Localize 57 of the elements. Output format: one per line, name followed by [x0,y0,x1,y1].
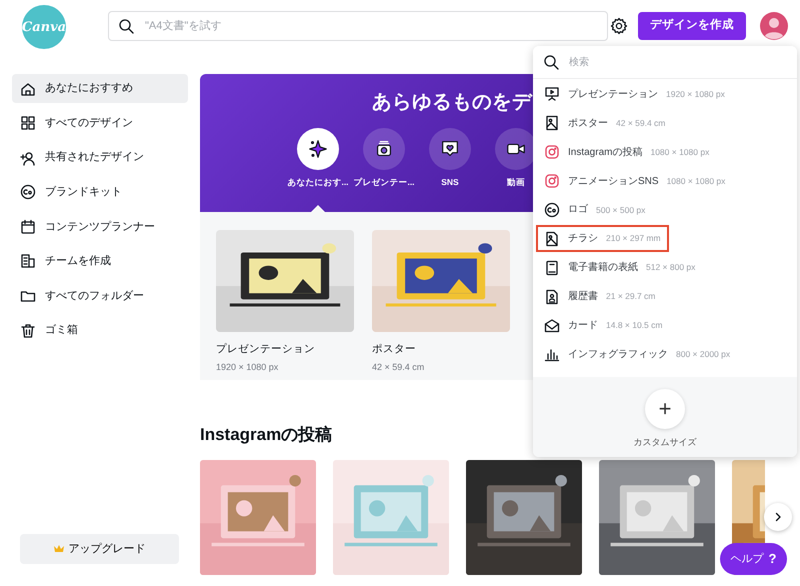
category-tab[interactable]: SNS [420,128,480,190]
section-heading: Instagramの投稿 [200,424,332,446]
sidebar-item[interactable]: コンテンツプランナー [12,212,188,242]
banner-title: あらゆるものをデ [371,90,534,114]
book-icon [544,260,560,276]
sidebar-item[interactable]: すべてのデザイン [12,108,188,138]
menu-item[interactable]: 履歴書 21 × 29.7 cm [536,283,664,310]
menu-item[interactable]: アニメーションSNS 1080 × 1080 px [536,168,734,195]
sidebar-item[interactable]: ブランドキット [12,178,188,207]
search-field[interactable]: 検索 [533,46,797,78]
menu-item[interactable]: チラシ 210 × 297 mm [536,225,669,252]
search-field[interactable]: "A4文書"を試す [108,11,608,41]
menu-item[interactable]: プレゼンテーション 1920 × 1080 px [536,80,733,108]
sidebar-item[interactable]: 共有されたデザイン [12,143,188,172]
menu-item[interactable]: Instagramの投稿 1080 × 1080 px [536,138,718,166]
calendar-icon [20,218,36,235]
camera-icon [544,173,560,190]
sparkle-icon [307,138,329,160]
grid-icon [20,115,36,132]
brand-kit-icon [20,184,36,200]
image-file-icon [544,230,560,247]
create-design-button[interactable]: デザインを作成 [638,12,746,40]
category-tab[interactable]: プレゼンテー... [354,128,414,190]
sidebar-item[interactable]: ゴミ箱 [12,316,188,346]
sidebar-item[interactable]: チームを作成 [12,246,188,276]
logo-icon [544,202,560,218]
menu-item[interactable]: 電子書籍の表紙 512 × 800 px [536,254,704,282]
sidebar-item[interactable]: あなたにおすすめ [12,74,188,103]
template-size: 1920 × 1080 px [216,360,280,374]
chevron-right-icon [773,512,783,522]
avatar-icon[interactable] [760,12,788,40]
menu-item[interactable]: インフォグラフィック 800 × 2000 px [536,340,738,368]
menu-item[interactable]: ロゴ 500 × 500 px [536,196,656,224]
category-tab[interactable]: あなたにおす... [288,128,348,190]
trash-icon [20,322,36,339]
search-icon [118,18,134,34]
menu-item[interactable]: カード 14.8 × 10.5 cm [536,312,670,340]
sidebar-item[interactable]: すべてのフォルダー [12,282,188,311]
custom-size-label: カスタムサイズ [634,436,696,449]
crown-icon [54,545,64,553]
upgrade-button[interactable]: アップグレード [20,534,179,564]
add-button[interactable]: + [645,388,685,429]
envelope-icon [544,318,560,334]
search-icon [543,54,559,70]
building-icon [20,253,36,270]
image-file-icon [544,115,560,132]
template-size: 42 × 59.4 cm [372,360,426,374]
help-button[interactable]: ヘルプ ? [720,543,787,575]
resume-icon [544,288,560,305]
camera-icon [544,144,560,160]
menu-item[interactable]: ポスター 42 × 59.4 cm [536,110,674,137]
template-title[interactable]: プレゼンテーション [216,342,354,358]
user-plus-icon [20,150,36,166]
home-icon [20,80,36,96]
template-title[interactable]: ポスター [372,342,510,358]
settings-icon[interactable] [610,17,628,35]
next-button[interactable] [764,503,792,531]
